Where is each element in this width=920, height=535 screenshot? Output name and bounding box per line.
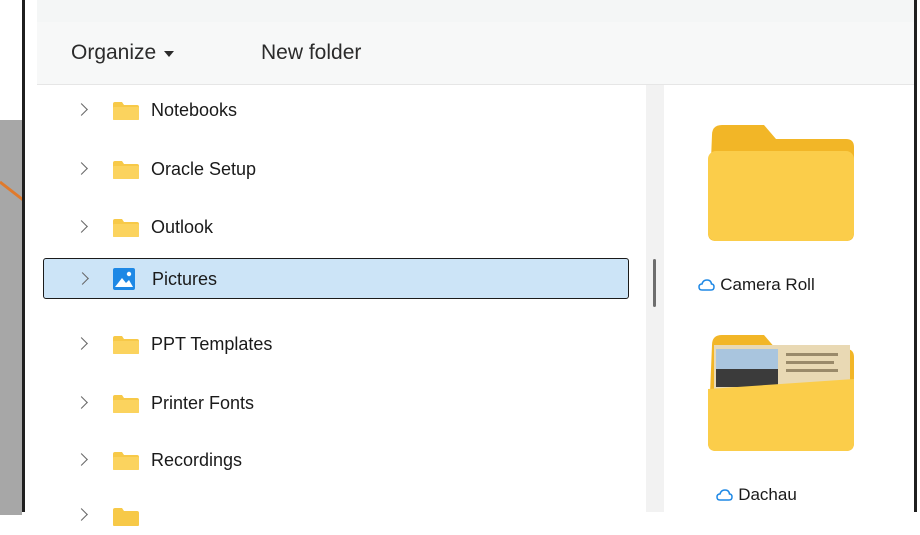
- nav-item-outlook[interactable]: Outlook: [43, 209, 629, 247]
- chevron-right-icon[interactable]: [75, 162, 88, 175]
- folder-icon: [708, 335, 854, 451]
- cloud-icon: [698, 279, 716, 291]
- folder-icon: [113, 395, 139, 413]
- pane-divider[interactable]: [646, 85, 664, 512]
- tile-label: Dachau: [664, 485, 849, 505]
- folder-icon: [113, 219, 139, 237]
- chevron-right-icon[interactable]: [75, 220, 88, 233]
- nav-item-label: Notebooks: [151, 100, 238, 120]
- folder-icon: [708, 125, 854, 241]
- nav-item-label: PPT Templates: [151, 334, 273, 354]
- folder-tile-camera-roll[interactable]: Camera Roll: [664, 115, 854, 295]
- chevron-right-icon[interactable]: [75, 453, 88, 466]
- folder-icon: [113, 102, 139, 120]
- nav-item-label: Oracle Setup: [151, 159, 257, 179]
- organize-button[interactable]: Organize: [71, 41, 175, 65]
- tile-label: Camera Roll: [664, 275, 849, 295]
- navigation-pane: Notebooks Oracle Setup Outlook Pictures …: [37, 85, 645, 526]
- nav-item-notebooks[interactable]: Notebooks: [43, 92, 629, 130]
- file-explorer-window: Organize New folder Notebooks Oracle Set…: [22, 0, 917, 526]
- nav-item-label: Recordings: [151, 450, 243, 470]
- folder-icon: [113, 508, 139, 526]
- folder-icon: [113, 452, 139, 470]
- organize-label: Organize: [71, 41, 157, 64]
- left-gutter: [0, 0, 22, 515]
- chevron-right-icon[interactable]: [75, 396, 88, 409]
- nav-item-printer-fonts[interactable]: Printer Fonts: [43, 385, 629, 423]
- chevron-right-icon[interactable]: [76, 272, 89, 285]
- new-folder-label: New folder: [261, 41, 362, 64]
- content-pane: Camera Roll Dachau: [664, 85, 914, 512]
- splitter-grip[interactable]: [653, 259, 656, 307]
- nav-item-recordings[interactable]: Recordings: [43, 442, 629, 480]
- nav-item-ppt-templates[interactable]: PPT Templates: [43, 326, 629, 364]
- new-folder-button[interactable]: New folder: [261, 41, 361, 65]
- nav-item-label: Printer Fonts: [151, 393, 255, 413]
- title-band: [37, 0, 914, 23]
- folder-icon: [113, 161, 139, 179]
- folder-tile-dachau[interactable]: Dachau: [664, 325, 854, 505]
- caret-down-icon: [164, 51, 175, 57]
- nav-item-label: Outlook: [151, 217, 214, 237]
- pictures-icon: [113, 268, 135, 290]
- chevron-right-icon[interactable]: [75, 103, 88, 116]
- folder-icon: [113, 336, 139, 354]
- nav-item-label: Pictures: [152, 269, 218, 289]
- cloud-icon: [716, 489, 733, 501]
- tile-name: Dachau: [738, 485, 797, 504]
- nav-item-pictures[interactable]: Pictures: [43, 258, 629, 299]
- nav-item-partial[interactable]: [43, 497, 629, 535]
- tile-name: Camera Roll: [720, 275, 815, 294]
- nav-item-oracle-setup[interactable]: Oracle Setup: [43, 151, 629, 189]
- chevron-right-icon[interactable]: [75, 337, 88, 350]
- command-bar: Organize New folder: [37, 22, 914, 85]
